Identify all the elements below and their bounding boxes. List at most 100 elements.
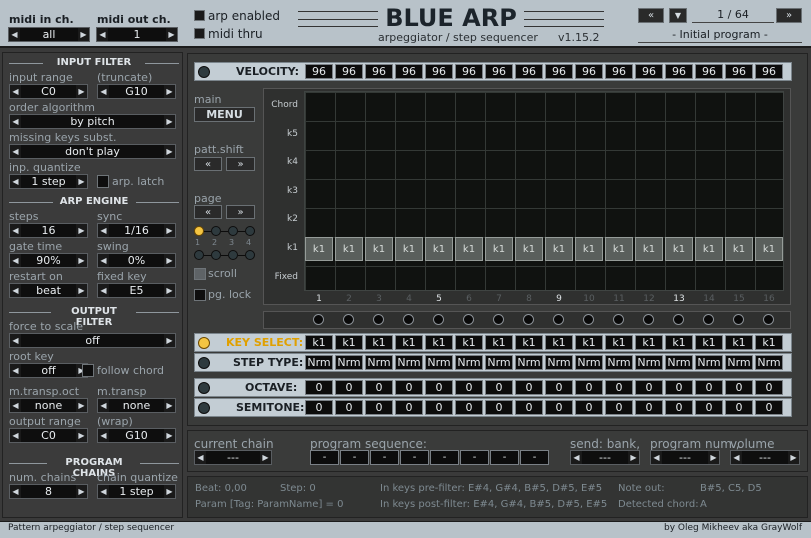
follow-chord-checkbox[interactable] — [82, 364, 94, 377]
grid-step-cell[interactable]: k1 — [575, 237, 603, 261]
program-sequence-cell[interactable]: - — [340, 450, 369, 465]
key_select-cell[interactable]: k1 — [305, 335, 333, 350]
velocity-cell[interactable]: 96 — [695, 64, 723, 79]
page-led[interactable] — [194, 226, 204, 236]
octave-cell[interactable]: 0 — [305, 380, 333, 395]
gate-time-select[interactable]: ◀ 90% ▶ — [9, 253, 88, 268]
key_select-cell[interactable]: k1 — [485, 335, 513, 350]
fixed-key-select[interactable]: ◀ E5 ▶ — [97, 283, 176, 298]
key_select-cell[interactable]: k1 — [725, 335, 753, 350]
midi-thru-checkbox[interactable] — [194, 28, 205, 39]
page-led[interactable] — [211, 250, 221, 260]
key_select-cell[interactable]: k1 — [635, 335, 663, 350]
step_type-cell[interactable]: Nrm — [725, 355, 753, 370]
arp-enabled-checkbox[interactable] — [194, 10, 205, 21]
grid-step-cell[interactable]: k1 — [485, 237, 513, 261]
semitone-cell[interactable]: 0 — [665, 400, 693, 415]
semitone-cell[interactable]: 0 — [695, 400, 723, 415]
input-range-high[interactable]: ◀ G10 ▶ — [97, 84, 176, 99]
pg-lock-checkbox[interactable] — [194, 289, 206, 301]
octave-cell[interactable]: 0 — [455, 380, 483, 395]
semitone-cell[interactable]: 0 — [395, 400, 423, 415]
step_type-cell[interactable]: Nrm — [515, 355, 543, 370]
octave-cell[interactable]: 0 — [395, 380, 423, 395]
page-led[interactable] — [194, 250, 204, 260]
grid-step-cell[interactable]: k1 — [545, 237, 573, 261]
program-sequence-cell[interactable]: - — [490, 450, 519, 465]
send-bank-select[interactable]: ◀ --- ▶ — [570, 450, 640, 465]
semitone-cell[interactable]: 0 — [305, 400, 333, 415]
num-chains-select[interactable]: ◀ 8 ▶ — [9, 484, 88, 499]
grid-step-cell[interactable]: k1 — [305, 237, 333, 261]
steps-select[interactable]: ◀ 16 ▶ — [9, 223, 88, 238]
key_select-cell[interactable]: k1 — [365, 335, 393, 350]
semitone-led[interactable] — [198, 402, 210, 414]
semitone-cell[interactable]: 0 — [335, 400, 363, 415]
octave-cell[interactable]: 0 — [575, 380, 603, 395]
key_select-cell[interactable]: k1 — [665, 335, 693, 350]
step_type-cell[interactable]: Nrm — [755, 355, 783, 370]
arp-latch-checkbox[interactable] — [97, 175, 109, 188]
restart-on-select[interactable]: ◀ beat ▶ — [9, 283, 88, 298]
step_type-cell[interactable]: Nrm — [485, 355, 513, 370]
step-type-led[interactable] — [198, 357, 210, 369]
semitone-cell[interactable]: 0 — [545, 400, 573, 415]
menu-button[interactable]: MENU — [194, 107, 255, 122]
grid-step-cell[interactable]: k1 — [635, 237, 663, 261]
semitone-cell[interactable]: 0 — [755, 400, 783, 415]
step_type-cell[interactable]: Nrm — [545, 355, 573, 370]
velocity-cell[interactable]: 96 — [545, 64, 573, 79]
semitone-cell[interactable]: 0 — [575, 400, 603, 415]
velocity-cell[interactable]: 96 — [605, 64, 633, 79]
velocity-led[interactable] — [198, 66, 210, 78]
key_select-cell[interactable]: k1 — [605, 335, 633, 350]
step_type-cell[interactable]: Nrm — [365, 355, 393, 370]
grid-step-cell[interactable]: k1 — [395, 237, 423, 261]
octave-cell[interactable]: 0 — [755, 380, 783, 395]
root-key-select[interactable]: ◀off▶ — [9, 363, 88, 378]
velocity-cell[interactable]: 96 — [485, 64, 513, 79]
chain-quantize-select[interactable]: ◀ 1 step ▶ — [97, 484, 176, 499]
velocity-cell[interactable]: 96 — [635, 64, 663, 79]
octave-cell[interactable]: 0 — [545, 380, 573, 395]
program-dropdown-button[interactable]: ▼ — [669, 8, 687, 23]
next-program-button[interactable]: » — [776, 8, 802, 23]
velocity-cell[interactable]: 96 — [455, 64, 483, 79]
transp-select[interactable]: ◀ none ▶ — [97, 398, 176, 413]
page-led[interactable] — [245, 226, 255, 236]
key_select-cell[interactable]: k1 — [395, 335, 423, 350]
semitone-cell[interactable]: 0 — [725, 400, 753, 415]
octave-cell[interactable]: 0 — [335, 380, 363, 395]
program-sequence-cell[interactable]: - — [310, 450, 339, 465]
step_type-cell[interactable]: Nrm — [665, 355, 693, 370]
octave-cell[interactable]: 0 — [725, 380, 753, 395]
semitone-cell[interactable]: 0 — [605, 400, 633, 415]
sync-select[interactable]: ◀ 1/16 ▶ — [97, 223, 176, 238]
program-sequence-cell[interactable]: - — [430, 450, 459, 465]
key_select-cell[interactable]: k1 — [515, 335, 543, 350]
page-next-button[interactable]: » — [226, 205, 255, 219]
semitone-cell[interactable]: 0 — [635, 400, 663, 415]
step_type-cell[interactable]: Nrm — [395, 355, 423, 370]
semitone-cell[interactable]: 0 — [425, 400, 453, 415]
velocity-cell[interactable]: 96 — [515, 64, 543, 79]
page-led[interactable] — [228, 250, 238, 260]
key-select-led[interactable] — [198, 337, 210, 349]
program-sequence-cell[interactable]: - — [520, 450, 549, 465]
pattern-grid[interactable] — [304, 91, 784, 291]
current-chain-select[interactable]: ◀ --- ▶ — [194, 450, 272, 465]
grid-step-cell[interactable]: k1 — [665, 237, 693, 261]
program-sequence-cell[interactable]: - — [400, 450, 429, 465]
step_type-cell[interactable]: Nrm — [605, 355, 633, 370]
octave-cell[interactable]: 0 — [695, 380, 723, 395]
output-range-low[interactable]: ◀ C0 ▶ — [9, 428, 88, 443]
step_type-cell[interactable]: Nrm — [575, 355, 603, 370]
step_type-cell[interactable]: Nrm — [455, 355, 483, 370]
prev-program-button[interactable]: « — [638, 8, 664, 23]
input-quantize-select[interactable]: ◀ 1 step ▶ — [9, 174, 88, 189]
velocity-cell[interactable]: 96 — [755, 64, 783, 79]
midi-out-select[interactable]: ◀ 1 ▶ — [96, 27, 178, 42]
output-range-high[interactable]: ◀ G10 ▶ — [97, 428, 176, 443]
velocity-cell[interactable]: 96 — [725, 64, 753, 79]
step_type-cell[interactable]: Nrm — [695, 355, 723, 370]
